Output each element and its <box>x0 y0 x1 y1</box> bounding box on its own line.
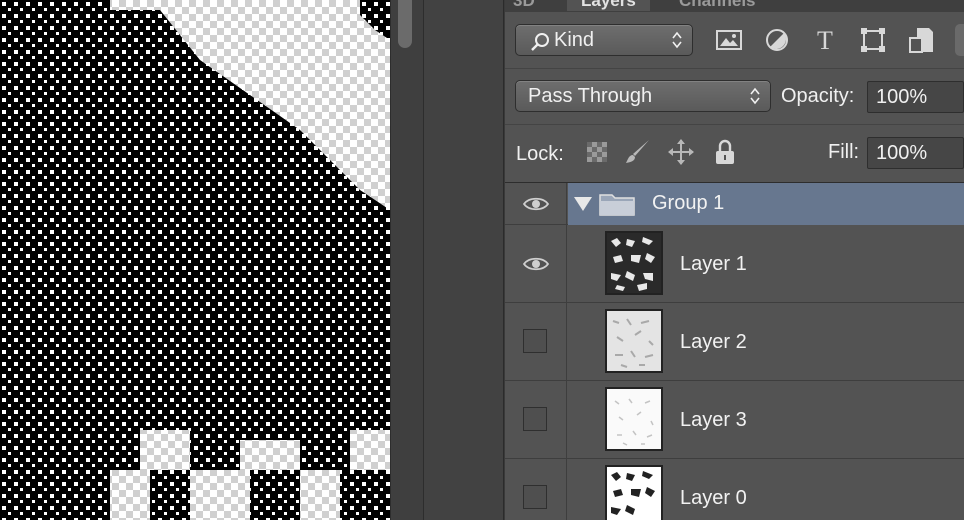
layer-row-layer-3[interactable]: Layer 3 <box>505 381 964 459</box>
layers-list: Group 1 Layer 1 Layer 2 Layer 3 Layer 0 <box>505 182 964 520</box>
tab-3d[interactable]: 3D <box>513 0 535 11</box>
visibility-checkbox[interactable] <box>523 329 547 353</box>
type-filter-icon[interactable]: T <box>811 26 839 54</box>
image-filter-icon[interactable] <box>715 26 743 54</box>
thumbnail-image <box>607 233 661 293</box>
canvas-artwork <box>0 0 390 520</box>
thumbnail-image <box>607 389 661 449</box>
visibility-cell[interactable] <box>505 459 567 520</box>
layer-name: Layer 0 <box>680 487 747 509</box>
fill-value: 100% <box>876 142 928 164</box>
layer-name: Layer 1 <box>680 253 747 275</box>
layer-thumbnail[interactable] <box>605 387 663 451</box>
lock-all-padlock-icon[interactable] <box>711 138 739 166</box>
filter-kind-label: Kind <box>554 29 595 51</box>
filter-kind-select[interactable]: Kind <box>515 24 693 56</box>
blend-mode-label: Pass Through <box>528 85 653 107</box>
layer-name: Group 1 <box>652 192 725 214</box>
thumbnail-image <box>607 311 661 371</box>
layer-row-layer-1[interactable]: Layer 1 <box>505 225 964 303</box>
visibility-cell[interactable] <box>505 225 567 302</box>
tab-layers[interactable]: Layers <box>567 0 650 11</box>
layer-name: Layer 2 <box>680 331 747 353</box>
layer-thumbnail[interactable] <box>605 309 663 373</box>
filter-toggle-switch[interactable] <box>955 24 964 56</box>
layers-panel: 3D Layers Channels Kind T Pass Through O… <box>505 0 964 520</box>
lock-transparent-pixels-icon[interactable] <box>583 138 611 166</box>
layer-row-group-1[interactable]: Group 1 <box>505 183 964 225</box>
visibility-cell[interactable] <box>505 303 567 380</box>
layer-thumbnail[interactable] <box>605 465 663 520</box>
scrollbar-thumb[interactable] <box>398 0 412 48</box>
shape-filter-icon[interactable] <box>859 26 887 54</box>
eye-icon[interactable] <box>522 255 550 273</box>
visibility-checkbox[interactable] <box>523 485 547 509</box>
visibility-cell[interactable] <box>505 183 567 224</box>
lock-position-move-icon[interactable] <box>667 138 695 166</box>
fill-field[interactable]: 100% <box>867 137 964 169</box>
filter-row: Kind T <box>505 12 964 68</box>
folder-icon <box>599 194 635 216</box>
tab-channels[interactable]: Channels <box>679 0 756 11</box>
smart-object-filter-icon[interactable] <box>907 26 935 54</box>
canvas-vertical-scrollbar[interactable] <box>390 0 424 520</box>
search-icon <box>531 33 549 51</box>
chevron-updown-icon <box>672 31 682 49</box>
layer-thumbnail[interactable] <box>605 231 663 295</box>
visibility-cell[interactable] <box>505 381 567 458</box>
adjustment-filter-icon[interactable] <box>763 26 791 54</box>
opacity-value: 100% <box>876 86 928 108</box>
panel-tabs: 3D Layers Channels <box>505 0 964 12</box>
layer-name: Layer 3 <box>680 409 747 431</box>
opacity-label: Opacity: <box>781 85 855 107</box>
blend-mode-select[interactable]: Pass Through <box>515 80 771 112</box>
panel-dock-gap <box>424 0 504 520</box>
group-selected-highlight: Group 1 <box>568 183 964 225</box>
eye-icon[interactable] <box>522 195 550 213</box>
fill-label: Fill: <box>828 141 860 163</box>
lock-image-pixels-brush-icon[interactable] <box>623 138 651 166</box>
chevron-updown-icon <box>750 87 760 105</box>
expand-triangle-icon[interactable] <box>574 197 592 211</box>
layer-row-layer-0[interactable]: Layer 0 <box>505 459 964 520</box>
lock-label: Lock: <box>516 143 564 165</box>
svg-text:T: T <box>817 26 833 54</box>
document-canvas[interactable] <box>0 0 390 520</box>
layer-row-layer-2[interactable]: Layer 2 <box>505 303 964 381</box>
opacity-field[interactable]: 100% <box>867 81 964 113</box>
thumbnail-image <box>607 467 661 520</box>
lock-row: Lock: Fill: 100% <box>505 124 964 182</box>
blend-row: Pass Through Opacity: 100% <box>505 68 964 124</box>
visibility-checkbox[interactable] <box>523 407 547 431</box>
